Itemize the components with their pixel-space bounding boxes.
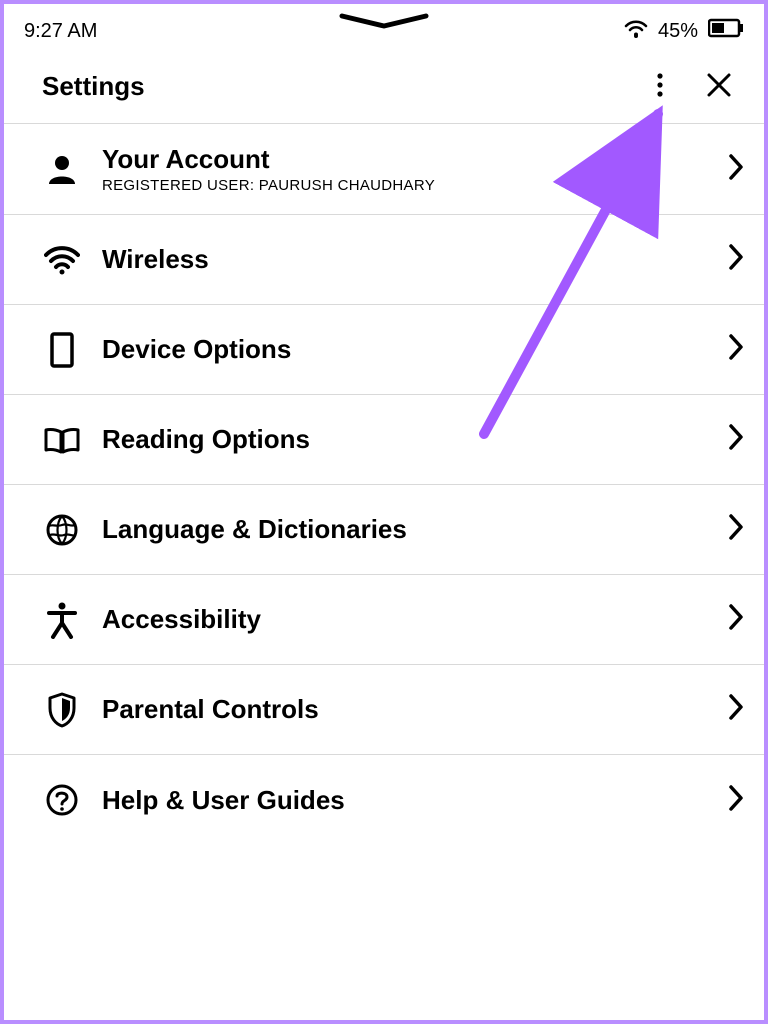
chevron-right-icon (728, 693, 744, 726)
chevron-right-icon (728, 603, 744, 636)
row-title: Language & Dictionaries (102, 514, 716, 545)
row-accessibility[interactable]: Accessibility (4, 575, 764, 665)
close-button[interactable] (702, 68, 736, 105)
chevron-right-icon (728, 784, 744, 817)
chevron-right-icon (728, 423, 744, 456)
status-time: 9:27 AM (24, 20, 97, 43)
chevron-right-icon (728, 513, 744, 546)
device-frame: 9:27 AM 45% Settings (0, 0, 768, 1024)
row-device-options[interactable]: Device Options (4, 305, 764, 395)
pulldown-indicator[interactable] (334, 12, 434, 32)
globe-icon (42, 513, 82, 547)
more-menu-button[interactable] (652, 68, 668, 105)
more-vertical-icon (656, 86, 664, 101)
row-reading-options[interactable]: Reading Options (4, 395, 764, 485)
row-language-dictionaries[interactable]: Language & Dictionaries (4, 485, 764, 575)
wifi-icon (42, 245, 82, 275)
tablet-icon (42, 332, 82, 368)
wifi-status-icon (624, 18, 648, 44)
row-title: Accessibility (102, 604, 716, 635)
shield-icon (42, 692, 82, 728)
page-title: Settings (42, 71, 145, 102)
help-icon (42, 783, 82, 817)
row-parental-controls[interactable]: Parental Controls (4, 665, 764, 755)
accessibility-icon (42, 601, 82, 639)
row-title: Wireless (102, 244, 716, 275)
battery-percent: 45% (658, 20, 698, 43)
row-wireless[interactable]: Wireless (4, 215, 764, 305)
row-help-guides[interactable]: Help & User Guides (4, 755, 764, 845)
row-your-account[interactable]: Your Account REGISTERED USER: PAURUSH CH… (4, 124, 764, 215)
battery-icon (708, 18, 744, 44)
chevron-right-icon (728, 243, 744, 276)
settings-header: Settings (4, 50, 764, 123)
chevron-right-icon (728, 333, 744, 366)
status-right: 45% (624, 18, 744, 44)
person-icon (42, 152, 82, 186)
row-title: Your Account (102, 144, 716, 175)
row-title: Help & User Guides (102, 785, 716, 816)
row-title: Device Options (102, 334, 716, 365)
row-subtitle: REGISTERED USER: PAURUSH CHAUDHARY (102, 177, 716, 194)
book-icon (42, 425, 82, 455)
close-icon (706, 86, 732, 101)
row-title: Parental Controls (102, 694, 716, 725)
row-title: Reading Options (102, 424, 716, 455)
settings-list: Your Account REGISTERED USER: PAURUSH CH… (4, 124, 764, 845)
chevron-right-icon (728, 153, 744, 186)
